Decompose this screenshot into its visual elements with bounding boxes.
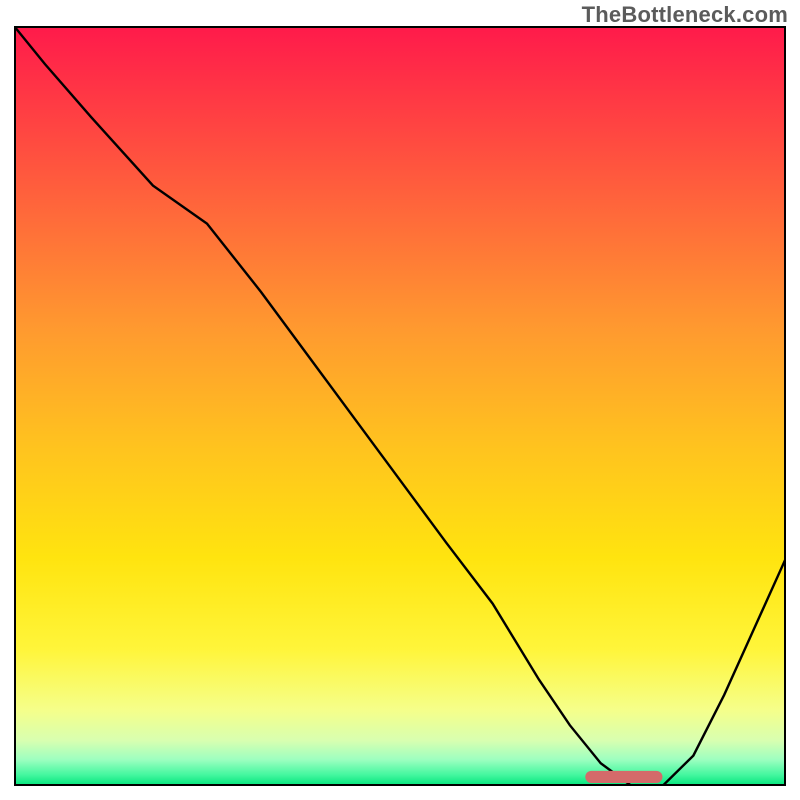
plot-area bbox=[14, 26, 786, 786]
chart-svg bbox=[14, 26, 786, 786]
chart-root: TheBottleneck.com bbox=[0, 0, 800, 800]
watermark-label: TheBottleneck.com bbox=[582, 2, 788, 28]
heat-gradient-background bbox=[14, 26, 786, 786]
optimum-marker bbox=[585, 771, 662, 783]
